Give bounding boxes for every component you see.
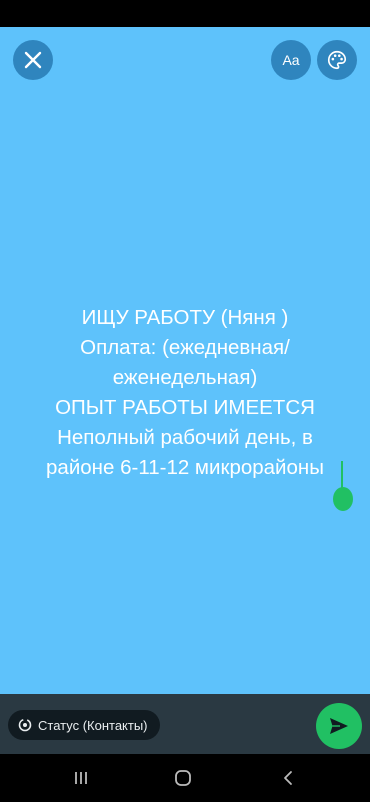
send-button[interactable] bbox=[316, 703, 362, 749]
text-cursor bbox=[341, 461, 343, 489]
home-icon bbox=[175, 770, 191, 786]
background-color-button[interactable] bbox=[317, 40, 357, 80]
back-button[interactable] bbox=[277, 768, 299, 788]
status-footer: Статус (Контакты) bbox=[0, 694, 370, 754]
status-text-line: районе 6-11-12 микрорайоны bbox=[46, 456, 324, 479]
cursor-handle[interactable] bbox=[333, 487, 353, 511]
close-icon bbox=[24, 51, 42, 69]
status-text-input[interactable]: ИЩУ РАБОТУ (Няня ) Оплата: (ежедневная/ … bbox=[10, 303, 360, 483]
system-navigation-bar bbox=[0, 754, 370, 802]
status-text-line: еженедельная) bbox=[112, 366, 258, 389]
system-status-bar bbox=[0, 0, 370, 27]
status-audience-button[interactable]: Статус (Контакты) bbox=[8, 710, 160, 740]
recent-apps-button[interactable] bbox=[70, 768, 92, 788]
text-status-editor[interactable]: Aa ИЩУ РАБОТУ (Няня ) Оплата: (ежедневна… bbox=[0, 27, 370, 694]
send-icon bbox=[330, 718, 348, 734]
status-audience-label: Статус (Контакты) bbox=[38, 717, 148, 733]
status-text-line: Неполный рабочий день, в bbox=[57, 426, 313, 449]
close-button[interactable] bbox=[13, 40, 53, 80]
font-style-label: Aa bbox=[282, 52, 300, 68]
status-text-line: ОПЫТ РАБОТЫ ИМЕЕТСЯ bbox=[55, 396, 315, 419]
font-style-button[interactable]: Aa bbox=[271, 40, 311, 80]
recent-apps-icon bbox=[75, 772, 87, 784]
palette-icon bbox=[328, 50, 347, 70]
status-text-line: ИЩУ РАБОТУ (Няня ) bbox=[81, 306, 289, 329]
home-button[interactable] bbox=[172, 768, 194, 788]
back-icon bbox=[284, 771, 292, 785]
status-text-line: Оплата: (ежедневная/ bbox=[80, 336, 290, 359]
status-ring-icon bbox=[18, 718, 32, 732]
